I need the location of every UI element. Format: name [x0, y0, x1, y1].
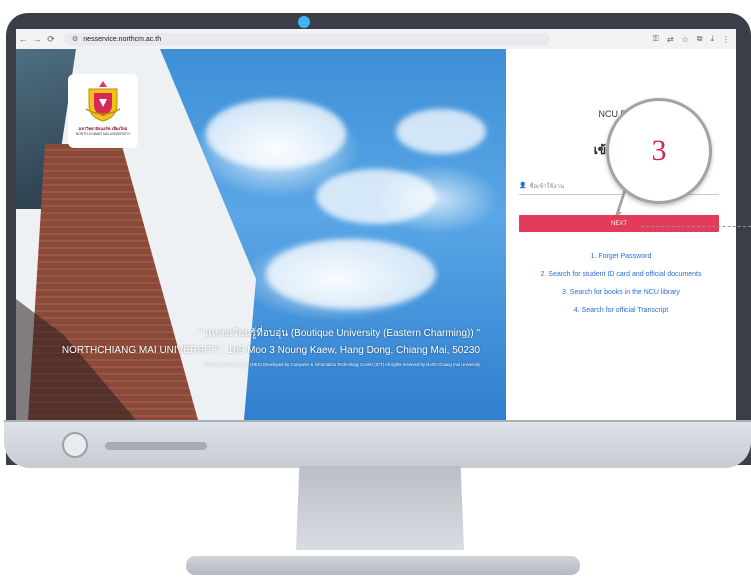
next-button[interactable]: NEXT	[519, 215, 719, 232]
monitor-base	[186, 556, 580, 575]
hero-banner: มหาวิทยาลัยนอร์ท-เชียงใหม่ NORTH-CHIANG …	[16, 49, 506, 420]
camera-icon	[298, 16, 310, 28]
university-logo: มหาวิทยาลัยนอร์ท-เชียงใหม่ NORTH-CHIANG …	[68, 74, 138, 148]
star-icon[interactable]: ☆	[682, 35, 689, 44]
logo-name-th: มหาวิทยาลัยนอร์ท-เชียงใหม่	[78, 126, 128, 131]
menu-icon[interactable]: ⋮	[722, 35, 730, 44]
site-info-icon[interactable]: ⚙	[72, 35, 78, 43]
crest-icon	[85, 81, 121, 122]
hero-slogan: " แหล่งเรียนรู้ที่อบอุ่น (Boutique Unive…	[199, 328, 480, 339]
monitor-stand	[296, 466, 464, 550]
search-student-id-link[interactable]: 2. Search for student ID card and offici…	[506, 266, 736, 284]
hero-address: NORTHCHIANG MAI UNIVERSITY : 169 Moo 3 N…	[61, 345, 480, 356]
reload-icon[interactable]: ⟳	[44, 34, 58, 45]
download-icon[interactable]: ⤓	[710, 34, 714, 44]
help-links: 1. Forget Password 2. Search for student…	[506, 248, 736, 320]
browser-actions: ⚿ ⇄ ☆ ⧉ ⤓ ⋮	[653, 34, 736, 44]
search-library-books-link[interactable]: 3. Search for books in the NCU library	[506, 284, 736, 302]
url-text: nesservice.northcm.ac.th	[83, 35, 162, 43]
hero-copyright: New Education Service (NES) Developed by…	[204, 362, 480, 367]
username-placeholder: ชื่อเข้าใช้งาน	[529, 183, 565, 190]
translate-icon[interactable]: ⇄	[667, 35, 674, 44]
monitor-screen: ← → ⟳ ⚙ nesservice.northcm.ac.th ⚿ ⇄ ☆ ⧉…	[16, 29, 736, 420]
forget-password-link[interactable]: 1. Forget Password	[506, 248, 736, 266]
forward-arrow-icon[interactable]: →	[30, 34, 44, 44]
callout-number: 3	[651, 134, 667, 167]
address-bar[interactable]: ⚙ nesservice.northcm.ac.th	[64, 32, 550, 46]
user-icon: 👤	[519, 183, 527, 189]
callout-pointer-line	[641, 226, 751, 227]
logo-name-en: NORTH-CHIANG MAI UNIVERSITY	[75, 132, 131, 136]
power-button	[62, 432, 88, 458]
monitor-slot	[105, 442, 207, 450]
extensions-icon[interactable]: ⧉	[697, 34, 703, 44]
browser-toolbar: ← → ⟳ ⚙ nesservice.northcm.ac.th ⚿ ⇄ ☆ ⧉…	[16, 29, 736, 50]
back-arrow-icon[interactable]: ←	[16, 34, 30, 44]
key-icon[interactable]: ⚿	[653, 34, 659, 44]
search-transcript-link[interactable]: 4. Search for official Transcript	[506, 302, 736, 320]
